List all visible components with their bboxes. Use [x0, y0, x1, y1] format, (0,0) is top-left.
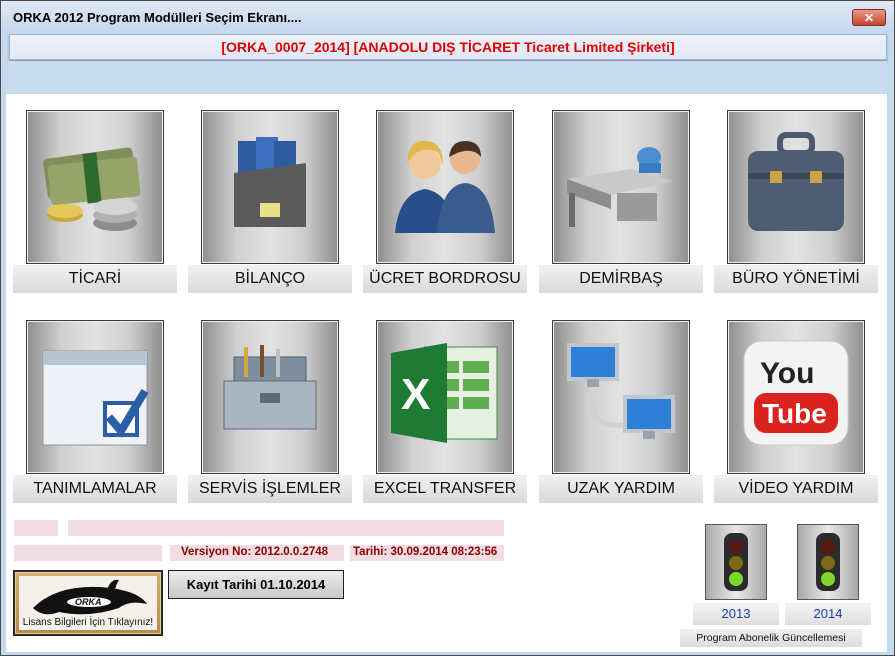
- module-ticari[interactable]: [26, 110, 164, 264]
- module-ucret-bordrosu[interactable]: [376, 110, 514, 264]
- people-icon: [395, 140, 495, 233]
- header-band: [7, 61, 887, 95]
- status-field-1: [14, 520, 58, 536]
- module-uzak-yardim[interactable]: [552, 320, 690, 474]
- binders-icon: [234, 137, 306, 227]
- license-caption: Lisans Bilgileri İçin Tıklayınız!: [22, 617, 154, 628]
- version-text: Versiyon No: 2012.0.0.2748: [181, 546, 329, 558]
- window-title: ORKA 2012 Program Modülleri Seçim Ekranı…: [13, 10, 302, 25]
- subscription-label: Program Abonelik Güncellemesi: [680, 629, 862, 647]
- svg-text:You: You: [760, 357, 814, 390]
- office-desk-icon: [567, 147, 673, 227]
- kayit-tarihi-button[interactable]: Kayıt Tarihi 01.10.2014: [168, 570, 344, 599]
- module-label-uzak-yardim[interactable]: UZAK YARDIM: [539, 474, 703, 503]
- module-label-buro-yonetimi[interactable]: BÜRO YÖNETİMİ: [714, 264, 878, 293]
- module-servis-islemler[interactable]: [201, 320, 339, 474]
- module-label-ticari[interactable]: TİCARİ: [13, 264, 177, 293]
- module-label-video-yardim[interactable]: VİDEO YARDIM: [714, 474, 878, 503]
- module-label-demirbas[interactable]: DEMİRBAŞ: [539, 264, 703, 293]
- traffic-light-2013-button[interactable]: [705, 524, 767, 600]
- module-excel-transfer[interactable]: X: [376, 320, 514, 474]
- module-label-excel-transfer[interactable]: EXCEL TRANSFER: [363, 474, 527, 503]
- module-label-ucret-bordrosu[interactable]: ÜCRET BORDROSU: [363, 264, 527, 293]
- module-label-bilanco[interactable]: BİLANÇO: [188, 264, 352, 293]
- year-2014-label[interactable]: 2014: [785, 603, 871, 625]
- module-tanimlamalar[interactable]: [26, 320, 164, 474]
- license-button[interactable]: ORKA Lisans Bilgileri İçin Tıklayınız!: [13, 570, 163, 636]
- license-panel: ORKA Lisans Bilgileri İçin Tıklayınız!: [19, 576, 157, 630]
- module-buro-yonetimi[interactable]: [727, 110, 865, 264]
- close-button[interactable]: ✕: [852, 9, 886, 26]
- youtube-icon: You Tube: [743, 340, 849, 446]
- company-bar: [ORKA_0007_2014] [ANADOLU DIŞ TİCARET Ti…: [9, 34, 887, 60]
- svg-text:X: X: [401, 370, 430, 419]
- remote-computers-icon: [567, 343, 675, 439]
- toolbox-icon: [223, 345, 317, 430]
- orka-whale-logo-icon: ORKA: [33, 579, 147, 615]
- module-demirbas[interactable]: [552, 110, 690, 264]
- traffic-light-icon: [724, 533, 748, 591]
- module-bilanco[interactable]: [201, 110, 339, 264]
- traffic-light-icon: [816, 533, 840, 591]
- logo-text: ORKA: [75, 597, 102, 607]
- status-field-3: [14, 545, 162, 561]
- excel-icon: X: [391, 343, 498, 443]
- module-video-yardim[interactable]: You Tube: [727, 320, 865, 474]
- company-name: [ORKA_0007_2014] [ANADOLU DIŞ TİCARET Ti…: [221, 39, 675, 55]
- module-label-tanimlamalar[interactable]: TANIMLAMALAR: [13, 474, 177, 503]
- briefcase-icon: [748, 132, 844, 231]
- year-2013-label[interactable]: 2013: [693, 603, 779, 625]
- date-text: Tarihi: 30.09.2014 08:23:56: [353, 546, 498, 558]
- svg-text:Tube: Tube: [762, 398, 827, 429]
- window-checkbox-icon: [42, 350, 149, 446]
- money-stack-icon: [43, 147, 141, 231]
- module-grid: TİCARİ BİLANÇO ÜCRET BORDROSU DEMİRBAŞ B…: [6, 94, 887, 512]
- title-bar: ORKA 2012 Program Modülleri Seçim Ekranı…: [1, 1, 894, 31]
- module-label-servis-islemler[interactable]: SERVİS İŞLEMLER: [188, 474, 352, 503]
- status-field-2: [68, 520, 504, 536]
- traffic-light-2014-button[interactable]: [797, 524, 859, 600]
